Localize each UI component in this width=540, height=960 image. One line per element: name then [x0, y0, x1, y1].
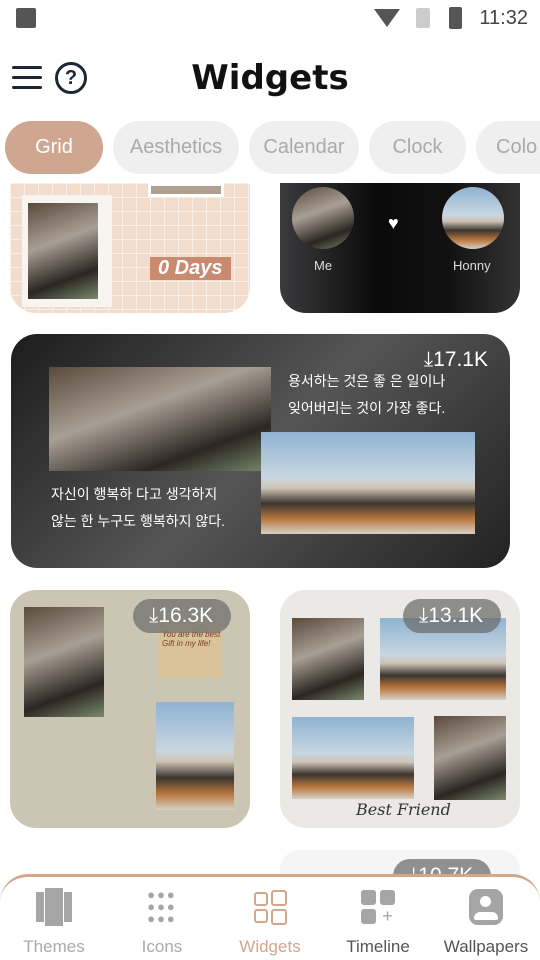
days-text: 0 Days — [150, 257, 231, 280]
widget-best-friend[interactable]: Best Friend ⤓13.1K — [280, 590, 520, 828]
nav-timeline[interactable]: + Timeline — [324, 877, 432, 960]
tab-calendar[interactable]: Calendar — [249, 121, 359, 174]
icons-grid-icon: ●●● ●●● ●●● — [147, 887, 177, 926]
left-name: Me — [314, 258, 333, 273]
nav-themes[interactable]: Themes — [0, 877, 108, 960]
nav-icons[interactable]: ●●● ●●● ●●● Icons — [108, 877, 216, 960]
download-count: ⤓16.3K — [133, 599, 232, 633]
nav-wallpapers[interactable]: Wallpapers — [432, 877, 540, 960]
tab-clock[interactable]: Clock — [369, 121, 466, 174]
nav-widgets[interactable]: Widgets — [216, 877, 324, 960]
status-bar: 11:32 — [0, 0, 540, 36]
tab-aesthetics[interactable]: Aesthetics — [113, 121, 239, 174]
quote-top: 용서하는 것은 좋 은 일이나 잊어버리는 것이 가장 좋다. — [288, 373, 446, 416]
download-icon: ⤓ — [149, 604, 159, 627]
heart-icon: ♥ — [388, 213, 399, 233]
caption: Best Friend — [356, 800, 451, 819]
wifi-icon — [374, 9, 400, 27]
page-title: Widgets — [191, 58, 349, 98]
themes-icon — [0, 887, 108, 927]
quote-bottom: 자신이 행복하 다고 생각하지 않는 한 누구도 행복하지 않다. — [51, 486, 226, 529]
tab-grid[interactable]: Grid — [5, 121, 103, 174]
notification-icon — [16, 8, 36, 28]
battery-charging-icon — [449, 7, 462, 29]
download-icon: ⤓ — [419, 604, 429, 627]
widget-gift[interactable]: You are the best Gift in my life! ⤓16.3K — [10, 590, 250, 828]
wallpapers-icon — [432, 887, 540, 927]
widgets-icon — [216, 887, 324, 927]
no-sim-icon — [416, 8, 430, 28]
tab-color[interactable]: Colo — [476, 121, 540, 174]
category-tabs: Grid Aesthetics Calendar Clock Colo — [5, 121, 540, 174]
timeline-icon: + — [324, 887, 432, 927]
download-count: ⤓13.1K — [403, 599, 502, 633]
widget-couple[interactable]: ♥ Me Honny — [280, 183, 520, 313]
bottom-nav: Themes ●●● ●●● ●●● Icons Widgets + Timelin… — [0, 874, 540, 960]
right-name: Honny — [453, 258, 491, 273]
clock: 11:32 — [479, 7, 528, 29]
widget-quote[interactable]: ⤓17.1K 용서하는 것은 좋 은 일이나 잊어버리는 것이 가장 좋다. 자… — [11, 334, 510, 568]
widget-days-counter[interactable]: 0 Days — [10, 183, 250, 313]
